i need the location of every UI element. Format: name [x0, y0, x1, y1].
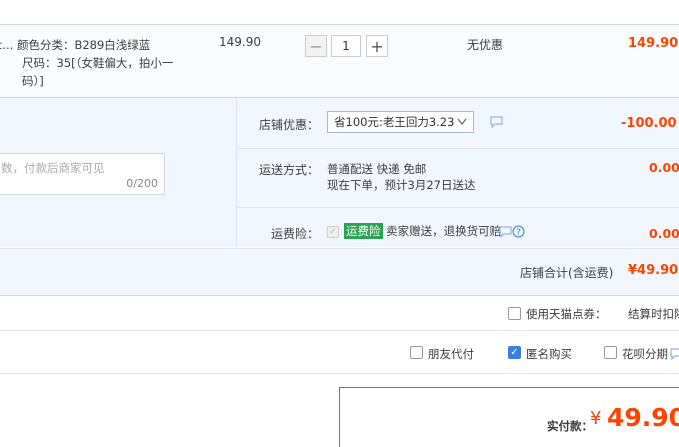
shipping-amount: 0.00	[649, 160, 679, 175]
section-divider	[0, 330, 679, 331]
sku-color: c... 颜色分类：B289白浅绿蓝	[0, 38, 151, 52]
shop-discount-value: 省100元:老王回力3.23	[334, 115, 455, 129]
pay-amount: 49.90	[607, 403, 679, 432]
buyer-note-textarea[interactable]: 数，付款后商家可见 0/200	[0, 153, 165, 195]
shipping-method: 普通配送 快递 免邮	[327, 162, 427, 176]
chat-icon[interactable]	[499, 226, 512, 238]
quantity-increase-button[interactable]: +	[366, 35, 388, 57]
item-sku-info: c... 颜色分类：B289白浅绿蓝 尺码：35[（女鞋偏大，拍小一 码）]	[0, 36, 173, 90]
huabei-checkbox[interactable]	[604, 346, 617, 359]
anonymous-label: 匿名购买	[526, 347, 572, 361]
insurance-badge: 运费险	[344, 223, 383, 239]
quantity-decrease-button[interactable]: −	[305, 35, 327, 57]
shop-discount-label: 店铺优惠：	[259, 118, 320, 132]
friend-pay-checkbox[interactable]	[410, 346, 423, 359]
shop-discount-select[interactable]: 省100元:老王回力3.23	[327, 111, 474, 133]
huabei-label: 花呗分期	[622, 347, 668, 361]
note-counter: 0/200	[126, 177, 158, 190]
subtotal-amount: ¥49.90	[628, 263, 679, 278]
panel-divider	[237, 207, 679, 208]
svg-text:?: ?	[516, 228, 521, 238]
anonymous-checkbox[interactable]: ✓	[508, 346, 521, 359]
shipping-eta: 现在下单，预计3月27日送达	[327, 178, 476, 192]
friend-pay-label: 朋友代付	[428, 347, 474, 361]
insurance-checkbox[interactable]: ✓	[327, 226, 339, 238]
pay-currency: ¥	[590, 408, 602, 429]
panel-divider	[236, 98, 237, 247]
insurance-info: 运费险 卖家赠送，退换货可赔	[344, 223, 501, 239]
section-divider	[0, 373, 679, 374]
points-label: 使用天猫点券：	[526, 307, 607, 321]
insurance-amount: 0.00	[649, 226, 679, 241]
note-placeholder: 数，付款后商家可见	[1, 161, 105, 175]
sku-size: 尺码：35[（女鞋偏大，拍小一	[22, 56, 174, 70]
points-checkbox[interactable]	[508, 307, 521, 320]
shipping-info: 普通配送 快递 免邮 现在下单，预计3月27日送达	[327, 161, 475, 193]
help-icon[interactable]: ?	[512, 225, 525, 238]
chevron-down-icon	[457, 118, 467, 125]
insurance-text: 卖家赠送，退换货可赔	[386, 224, 502, 238]
shipping-label: 运送方式：	[259, 163, 320, 177]
panel-divider	[237, 148, 679, 149]
insurance-label: 运费险：	[271, 227, 320, 241]
item-line-total: 149.90	[628, 36, 679, 51]
chat-icon[interactable]	[490, 116, 503, 128]
unit-price: 149.90	[219, 35, 261, 49]
subtotal-label: 店铺合计(含运费)	[520, 266, 614, 280]
item-promotion: 无优惠	[467, 38, 504, 52]
points-deduct-note: 结算时扣除	[628, 307, 679, 321]
pay-label: 实付款：	[547, 419, 593, 433]
shop-discount-amount: -100.00	[621, 116, 677, 131]
quantity-input[interactable]: 1	[331, 35, 361, 57]
sku-size-cont: 码）]	[22, 74, 44, 88]
chat-icon[interactable]	[670, 348, 679, 360]
